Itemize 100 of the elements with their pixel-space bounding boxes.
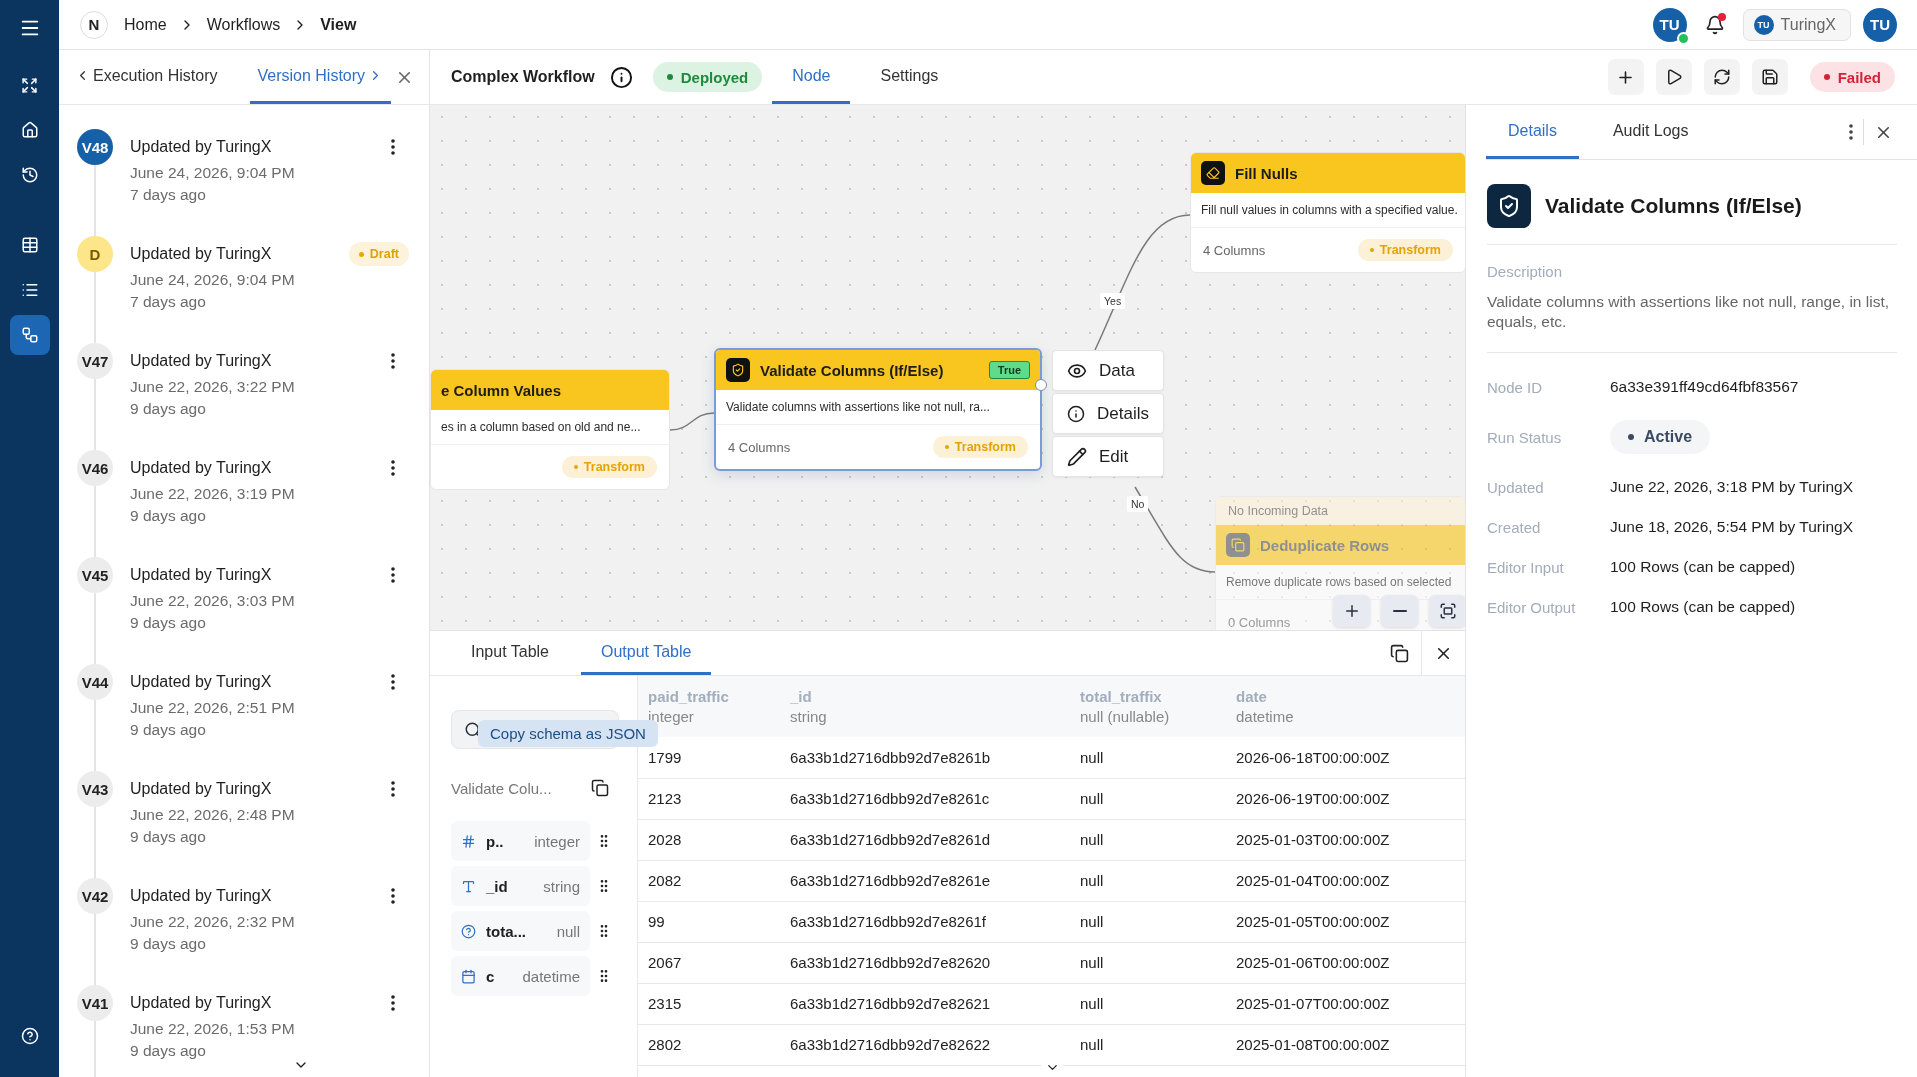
field-type: integer	[534, 832, 580, 850]
column-name: paid_traffic	[648, 688, 730, 705]
node-description: Validate columns with assertions like not null, ra...	[716, 390, 1040, 425]
edge-label: No	[1127, 496, 1149, 512]
run-status-badge: Failed	[1809, 62, 1895, 92]
table-cell: 2025-01-03T00:00:00Z	[1226, 819, 1465, 860]
field-name: c	[486, 967, 495, 985]
table-cell: 6a33b1d2716dbb92d7e8261d	[780, 819, 1070, 860]
column-name: _id	[790, 688, 813, 705]
source-name: Validate Colu...	[451, 779, 552, 797]
table-cell: 6a33b1d2716dbb92d7e8261f	[780, 901, 1070, 942]
table-cell: 6a33b1d2716dbb92d7e8261b	[780, 737, 1070, 778]
version-date: June 22, 2026, 2:51 PM	[130, 698, 296, 718]
version-date: June 24, 2026, 9:04 PM	[130, 163, 296, 183]
version-date: June 22, 2026, 3:22 PM	[130, 377, 296, 397]
workspace-avatar: TU	[1753, 14, 1774, 35]
node-description: Validate columns with assertions like not null, range, in list, equals, etc.	[1487, 292, 1897, 353]
field-label: Editor Output	[1487, 598, 1577, 616]
column-type: null (nullable)	[1080, 708, 1171, 725]
column-count: 0 Columns	[1228, 614, 1291, 630]
column-type: datetime	[1236, 708, 1295, 725]
table-cell: 2025-01-07T00:00:00Z	[1226, 983, 1465, 1024]
node-notice: No Incoming Data	[1216, 497, 1465, 525]
version-age: 9 days ago	[130, 399, 207, 419]
table-cell: 2025-01-04T00:00:00Z	[1226, 860, 1465, 901]
edge-label: Yes	[1100, 293, 1126, 309]
field-value: 100 Rows (can be capped)	[1610, 558, 1797, 576]
column-name: total_traffix	[1080, 688, 1163, 705]
table-cell: 2802	[638, 1024, 780, 1065]
table-cell: 2025-01-05T00:00:00Z	[1226, 901, 1465, 942]
version-age: 9 days ago	[130, 613, 207, 633]
version-badge: V43	[77, 771, 113, 807]
version-age: 9 days ago	[130, 506, 207, 526]
table-cell: null	[1070, 1024, 1226, 1065]
node-title: Validate Columns (If/Else)	[760, 361, 944, 379]
version-title: Updated by TuringX	[130, 779, 273, 799]
draft-tag: Draft	[348, 242, 409, 266]
version-badge: V46	[77, 450, 113, 486]
field-name: tota...	[486, 922, 526, 940]
version-age: 9 days ago	[130, 934, 207, 954]
field-label: Created	[1487, 518, 1542, 536]
table-cell: 2026-06-18T00:00:00Z	[1226, 737, 1465, 778]
version-badge: V48	[77, 129, 113, 165]
field-name: _id	[486, 877, 508, 895]
field-value: June 18, 2026, 5:54 PM by TuringX	[1610, 518, 1854, 536]
version-badge: V45	[77, 557, 113, 593]
node-title: Deduplicate Rows	[1260, 536, 1390, 554]
status-badge: Active	[1610, 420, 1711, 454]
field-value: 100 Rows (can be capped)	[1610, 598, 1797, 616]
column-count: 4 Columns	[1203, 242, 1266, 258]
field-label: Description	[1487, 263, 1564, 280]
version-date: June 22, 2026, 1:53 PM	[130, 1019, 296, 1039]
version-age: 7 days ago	[130, 292, 207, 312]
node-tag: Transform	[1357, 239, 1453, 261]
version-title: Updated by TuringX	[130, 351, 273, 371]
version-age: 9 days ago	[130, 827, 207, 847]
node-description: es in a column based on old and ne...	[431, 410, 669, 445]
node-title: e Column Values	[441, 381, 562, 399]
node-title: Fill Nulls	[1235, 164, 1298, 182]
field-type: datetime	[522, 967, 580, 985]
field-label: Editor Input	[1487, 558, 1565, 576]
table-cell: 6a33b1d2716dbb92d7e8261e	[780, 860, 1070, 901]
table-cell: 2025-01-08T00:00:00Z	[1226, 1024, 1465, 1065]
column-count: 4 Columns	[728, 439, 791, 455]
field-label: Node ID	[1487, 378, 1544, 396]
node-tag: Transform	[932, 436, 1028, 458]
version-badge: D	[77, 236, 113, 272]
version-age: 9 days ago	[130, 1041, 207, 1061]
column-name: date	[1236, 688, 1268, 705]
version-title: Updated by TuringX	[130, 244, 273, 264]
table-cell: null	[1070, 860, 1226, 901]
table-cell: 2025-01-06T00:00:00Z	[1226, 942, 1465, 983]
version-age: 7 days ago	[130, 185, 207, 205]
version-date: June 22, 2026, 3:03 PM	[130, 591, 296, 611]
version-badge: V47	[77, 343, 113, 379]
node-title: Validate Columns (If/Else)	[1545, 194, 1802, 218]
node-badge: True	[988, 361, 1030, 379]
field-value: 6a33e391ff49cd64fbf83567	[1610, 378, 1800, 396]
version-date: June 22, 2026, 2:48 PM	[130, 805, 296, 825]
table-cell: 2082	[638, 860, 780, 901]
field-name: p..	[486, 832, 504, 850]
version-title: Updated by TuringX	[130, 886, 273, 906]
version-badge: V41	[77, 985, 113, 1021]
table-cell: 6a33b1d2716dbb92d7e8261c	[780, 778, 1070, 819]
table-cell: 2315	[638, 983, 780, 1024]
version-badge: V42	[77, 878, 113, 914]
node-tag: Transform	[561, 456, 657, 478]
version-badge: V44	[77, 664, 113, 700]
table-cell: null	[1070, 778, 1226, 819]
table-cell: 99	[638, 901, 780, 942]
status-badge: Deployed	[652, 62, 763, 92]
tooltip: Copy schema as JSON	[478, 720, 658, 747]
field-label: Run Status	[1487, 428, 1563, 446]
field-label: Updated	[1487, 478, 1545, 496]
version-title: Updated by TuringX	[130, 137, 273, 157]
version-age: 9 days ago	[130, 720, 207, 740]
field-type: string	[543, 877, 580, 895]
version-date: June 22, 2026, 2:32 PM	[130, 912, 296, 932]
table-cell: 2026-06-19T00:00:00Z	[1226, 778, 1465, 819]
table-cell: 6a33b1d2716dbb92d7e82621	[780, 983, 1070, 1024]
